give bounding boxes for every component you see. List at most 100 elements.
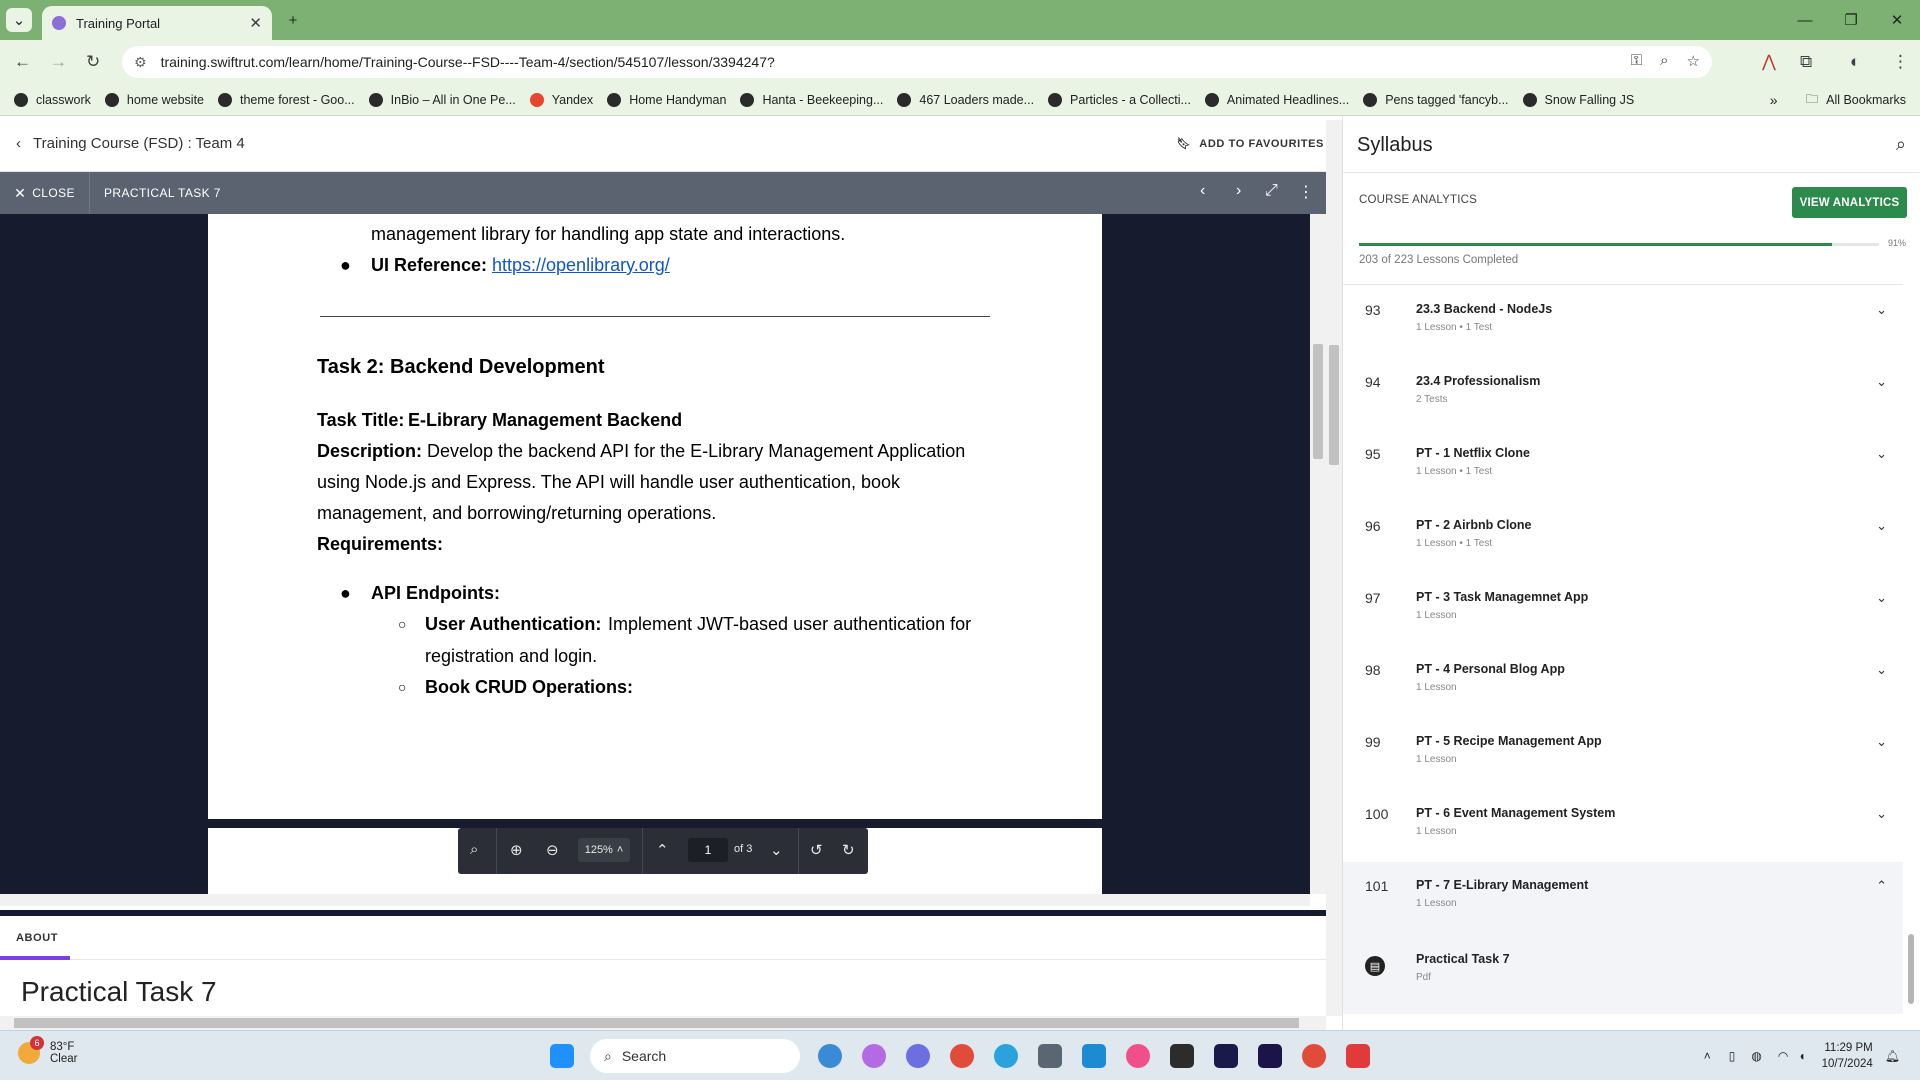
chrome-menu-icon[interactable]: ⋮ (1892, 52, 1909, 72)
anydesk-icon[interactable] (1346, 1044, 1370, 1068)
zoom-in-icon[interactable]: ⊕ (510, 841, 523, 859)
volume-icon[interactable]: ◖ (1798, 1049, 1805, 1063)
bookmark-item[interactable]: home website (104, 92, 204, 107)
extensions-puzzle-icon[interactable]: ⧉ (1800, 52, 1812, 72)
after-effects-icon[interactable] (1258, 1044, 1282, 1068)
add-to-favourites-button[interactable]: 🔖︎ ADD TO FAVOURITES (1177, 137, 1324, 150)
monitor-icon[interactable] (1082, 1044, 1106, 1068)
chevron-down-icon[interactable]: ⌄ (1876, 662, 1887, 678)
chevron-down-icon[interactable]: ⌄ (1876, 518, 1887, 534)
previous-lesson-icon[interactable]: ‹ (1200, 182, 1205, 200)
password-key-icon[interactable]: ⚿ (1631, 52, 1642, 70)
bookmark-item[interactable]: classwork (14, 92, 91, 107)
next-lesson-icon[interactable]: › (1236, 182, 1241, 200)
bookmark-item[interactable]: Hanta - Beekeeping... (740, 92, 883, 107)
search-icon[interactable]: ⌕ (470, 841, 478, 858)
page-vertical-scrollbar[interactable] (1326, 120, 1342, 1016)
tab-search-button[interactable]: ⌄ (6, 8, 32, 32)
bookmark-item[interactable]: 467 Loaders made... (897, 92, 1034, 107)
network-globe-icon[interactable]: ◍ (1751, 1049, 1761, 1063)
chevron-down-icon[interactable]: ⌄ (1876, 806, 1887, 822)
calculator-icon[interactable] (1038, 1044, 1062, 1068)
viewer-horizontal-scrollbar[interactable] (0, 894, 1310, 906)
breadcrumb[interactable]: ‹ Training Course (FSD) : Team 4 (16, 135, 245, 152)
tab-about[interactable]: ABOUT (16, 932, 58, 944)
itunes-icon[interactable] (1126, 1044, 1150, 1068)
page-number-input[interactable]: 1 (688, 838, 728, 862)
next-page-icon[interactable]: ⌄ (770, 841, 783, 859)
new-tab-button[interactable]: + (280, 8, 306, 32)
notification-bell-icon[interactable]: 🔔︎ (1885, 1049, 1900, 1063)
chevron-down-icon[interactable]: ⌄ (1876, 374, 1887, 390)
chevron-up-icon[interactable]: ⌃ (1876, 878, 1887, 894)
close-viewer-button[interactable]: ✕ CLOSE (0, 172, 90, 214)
taskbar-search[interactable]: ⌕ Search (590, 1039, 800, 1073)
zoom-select[interactable]: 125% ˄ (578, 838, 630, 862)
copilot-icon[interactable] (862, 1044, 886, 1068)
rotate-right-icon[interactable]: ↻ (842, 841, 855, 859)
section-item[interactable]: 95 PT - 1 Netflix Clone 1 Lesson • 1 Tes… (1343, 430, 1903, 502)
app-icon[interactable] (906, 1044, 930, 1068)
wifi-icon[interactable]: ◠ (1778, 1049, 1788, 1063)
weather-widget[interactable]: 6 83°F Clear (18, 1036, 77, 1065)
more-options-icon[interactable]: ⋮ (1298, 182, 1314, 202)
section-item[interactable]: 96 PT - 2 Airbnb Clone 1 Lesson • 1 Test… (1343, 502, 1903, 574)
forward-arrow-icon[interactable]: → (50, 52, 67, 72)
back-arrow-icon[interactable]: ← (14, 52, 31, 72)
telegram-icon[interactable] (994, 1044, 1018, 1068)
close-tab-icon[interactable]: ✕ (249, 14, 262, 32)
syllabus-scrollbar[interactable] (1903, 286, 1919, 1030)
section-item[interactable]: 98 PT - 4 Personal Blog App 1 Lesson ⌄ (1343, 646, 1903, 718)
section-item-active[interactable]: 101 PT - 7 E-Library Management 1 Lesson… (1343, 862, 1903, 934)
chevron-down-icon[interactable]: ⌄ (1876, 734, 1887, 750)
page-horizontal-scrollbar[interactable] (0, 1016, 1326, 1030)
window-close-button[interactable]: ✕ (1884, 8, 1910, 32)
address-bar[interactable]: ⚙ training.swiftrut.com/learn/home/Train… (122, 46, 1712, 78)
chevron-down-icon[interactable]: ⌄ (1876, 590, 1887, 606)
scroll-thumb[interactable] (1329, 345, 1339, 465)
zoom-out-icon[interactable]: ⊖ (546, 841, 559, 859)
bookmark-item[interactable]: Yandex (529, 92, 593, 107)
start-windows-icon[interactable] (550, 1044, 574, 1068)
pdf-viewer[interactable]: management library for handling app stat… (0, 214, 1310, 894)
bookmark-item[interactable]: Pens tagged 'fancyb... (1363, 92, 1509, 107)
search-icon[interactable]: ⌕ (1896, 134, 1906, 155)
scroll-thumb[interactable] (1908, 934, 1914, 1004)
chevron-up-icon[interactable]: ˄ (1704, 1049, 1711, 1063)
bookmark-item[interactable]: Particles - a Collecti... (1048, 92, 1191, 107)
minimize-button[interactable]: — (1792, 8, 1818, 32)
restore-button[interactable]: ❐ (1838, 8, 1864, 32)
rotate-left-icon[interactable]: ↺ (810, 841, 823, 859)
clock[interactable]: 11:29 PM 10/7/2024 (1822, 1040, 1873, 1072)
bookmark-star-icon[interactable]: ☆ (1687, 52, 1700, 70)
browser-tab-active[interactable]: Training Portal ✕ (42, 6, 272, 40)
reload-icon[interactable]: ↻ (86, 52, 100, 72)
zoom-icon[interactable]: ⌕ (1660, 52, 1668, 70)
section-item[interactable]: 94 23.4 Professionalism 2 Tests ⌄ (1343, 358, 1903, 430)
chevron-down-icon[interactable]: ⌄ (1876, 302, 1887, 318)
bookmark-item[interactable]: theme forest - Goo... (218, 92, 355, 107)
chevron-down-icon[interactable]: ⌄ (1876, 446, 1887, 462)
section-item[interactable]: 93 23.3 Backend - NodeJs 1 Lesson • 1 Te… (1343, 286, 1903, 358)
viewer-vertical-scrollbar[interactable] (1310, 214, 1326, 894)
bookmark-item[interactable]: Snow Falling JS (1522, 92, 1634, 107)
bookmark-item[interactable]: Home Handyman (607, 92, 726, 107)
davinci-icon[interactable] (1170, 1044, 1194, 1068)
chrome-icon[interactable] (950, 1044, 974, 1068)
usb-icon[interactable]: ▯ (1729, 1049, 1736, 1063)
section-item[interactable]: 99 PT - 5 Recipe Management App 1 Lesson… (1343, 718, 1903, 790)
section-item[interactable]: 97 PT - 3 Task Managemnet App 1 Lesson ⌄ (1343, 574, 1903, 646)
scroll-thumb[interactable] (14, 1018, 1299, 1028)
site-info-icon[interactable]: ⚙ (134, 54, 147, 71)
fullscreen-icon[interactable]: ⤢ (1265, 182, 1278, 200)
double-chevron-right-icon[interactable]: » (1770, 92, 1778, 108)
extension-icon[interactable]: ⋀ (1762, 52, 1776, 72)
premiere-pro-icon[interactable] (1214, 1044, 1238, 1068)
view-analytics-button[interactable]: VIEW ANALYTICS (1792, 187, 1907, 218)
previous-page-icon[interactable]: ⌃ (656, 841, 669, 859)
lesson-item[interactable]: ▤ Practical Task 7 Pdf (1343, 934, 1903, 1014)
ui-reference-link[interactable]: https://openlibrary.org/ (492, 255, 670, 275)
edge-icon[interactable] (818, 1044, 842, 1068)
chrome-active-icon[interactable] (1302, 1044, 1326, 1068)
scroll-thumb[interactable] (1313, 344, 1323, 459)
